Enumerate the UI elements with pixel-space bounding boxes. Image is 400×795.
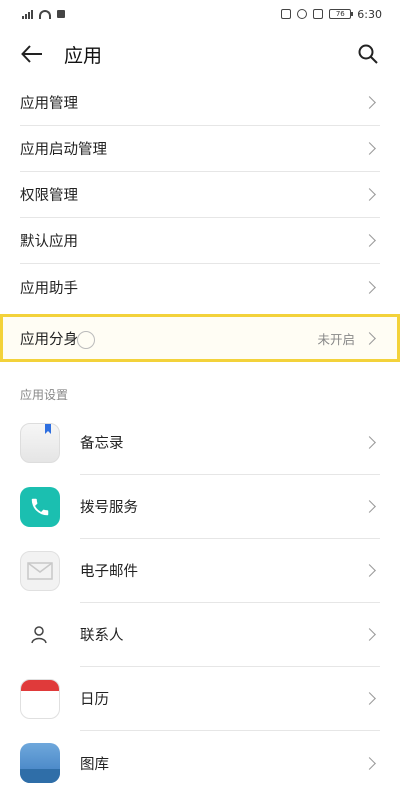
menu-item-app-launch[interactable]: 应用启动管理 xyxy=(20,126,380,172)
app-item-email[interactable]: 电子邮件 xyxy=(20,539,380,603)
settings-menu: 应用管理 应用启动管理 权限管理 默认应用 应用助手 xyxy=(0,80,400,310)
menu-item-label: 应用启动管理 xyxy=(20,142,107,158)
wifi-icon xyxy=(39,9,51,19)
person-icon xyxy=(31,626,47,644)
chevron-right-icon xyxy=(363,500,376,513)
menu-item-app-twin[interactable]: 应用分身 未开启 xyxy=(20,317,380,359)
app-item-label: 拨号服务 xyxy=(80,500,138,516)
app-item-contacts[interactable]: 联系人 xyxy=(20,603,380,667)
chevron-right-icon xyxy=(363,331,376,345)
app-item-body: 图库 xyxy=(80,731,380,795)
alarm-icon xyxy=(297,9,308,19)
calendar-icon xyxy=(20,679,60,719)
menu-item-label: 权限管理 xyxy=(20,188,78,204)
menu-item-default-apps[interactable]: 默认应用 xyxy=(20,218,380,264)
app-item-dialer[interactable]: 拨号服务 xyxy=(20,475,380,539)
app-item-body: 日历 xyxy=(80,667,380,731)
app-bar: 应用 xyxy=(0,28,400,80)
battery-icon: 76 xyxy=(329,9,354,19)
chevron-right-icon xyxy=(363,96,376,109)
menu-item-app-management[interactable]: 应用管理 xyxy=(20,80,380,126)
section-header: 应用设置 xyxy=(20,388,69,402)
chevron-right-icon xyxy=(363,280,376,294)
app-item-gallery[interactable]: 图库 xyxy=(20,731,380,795)
app-item-label: 备忘录 xyxy=(80,436,124,452)
app-item-body: 电子邮件 xyxy=(80,539,380,603)
search-icon xyxy=(358,44,378,64)
touch-indicator-icon xyxy=(76,330,95,349)
app-item-label: 电子邮件 xyxy=(80,564,138,580)
app-item-label: 日历 xyxy=(80,692,109,708)
search-button[interactable] xyxy=(354,40,382,68)
vibrate-icon xyxy=(313,9,324,19)
contact-icon xyxy=(20,615,60,655)
menu-item-permissions[interactable]: 权限管理 xyxy=(20,172,380,218)
arrow-left-icon xyxy=(21,45,42,63)
notification-icon xyxy=(57,10,65,18)
phone-glyph-icon xyxy=(31,498,49,516)
chevron-right-icon xyxy=(363,756,376,770)
envelope-icon xyxy=(27,562,53,580)
menu-item-status: 未开启 xyxy=(317,331,355,347)
chevron-right-icon xyxy=(363,436,376,449)
chevron-right-icon xyxy=(363,564,376,577)
menu-item-app-assistant[interactable]: 应用助手 xyxy=(20,264,380,310)
menu-item-right: 未开启 xyxy=(317,329,380,348)
app-item-memo[interactable]: 备忘录 xyxy=(20,411,380,475)
nfc-icon xyxy=(281,9,292,19)
chevron-right-icon xyxy=(363,628,376,641)
app-settings-list: 备忘录 拨号服务 电子邮件 联系人 日历 图库 xyxy=(0,411,400,795)
menu-item-label-group: 应用分身 xyxy=(20,328,95,349)
status-bar: 76 6:30 xyxy=(0,0,400,28)
app-item-calendar[interactable]: 日历 xyxy=(20,667,380,731)
menu-item-label: 默认应用 xyxy=(20,234,78,250)
status-right: 76 6:30 xyxy=(281,8,382,21)
status-time: 6:30 xyxy=(357,7,382,21)
chevron-right-icon xyxy=(363,692,376,705)
menu-item-label: 应用管理 xyxy=(20,96,78,112)
app-item-body: 备忘录 xyxy=(80,411,380,475)
battery-level: 76 xyxy=(335,10,345,18)
gallery-icon xyxy=(20,743,60,783)
menu-item-label: 应用分身 xyxy=(20,331,78,348)
signal-icon xyxy=(22,9,33,19)
status-left xyxy=(22,9,65,19)
mail-icon xyxy=(20,551,60,591)
app-item-label: 联系人 xyxy=(80,628,124,644)
chevron-right-icon xyxy=(363,188,376,201)
back-button[interactable] xyxy=(18,40,46,68)
app-item-body: 联系人 xyxy=(80,603,380,667)
app-item-body: 拨号服务 xyxy=(80,475,380,539)
chevron-right-icon xyxy=(363,234,376,247)
highlight-frame: 应用分身 未开启 xyxy=(0,314,400,362)
page-title: 应用 xyxy=(64,44,103,67)
phone-icon xyxy=(20,487,60,527)
memo-icon xyxy=(20,423,60,463)
menu-item-label: 应用助手 xyxy=(20,280,78,297)
chevron-right-icon xyxy=(363,142,376,155)
